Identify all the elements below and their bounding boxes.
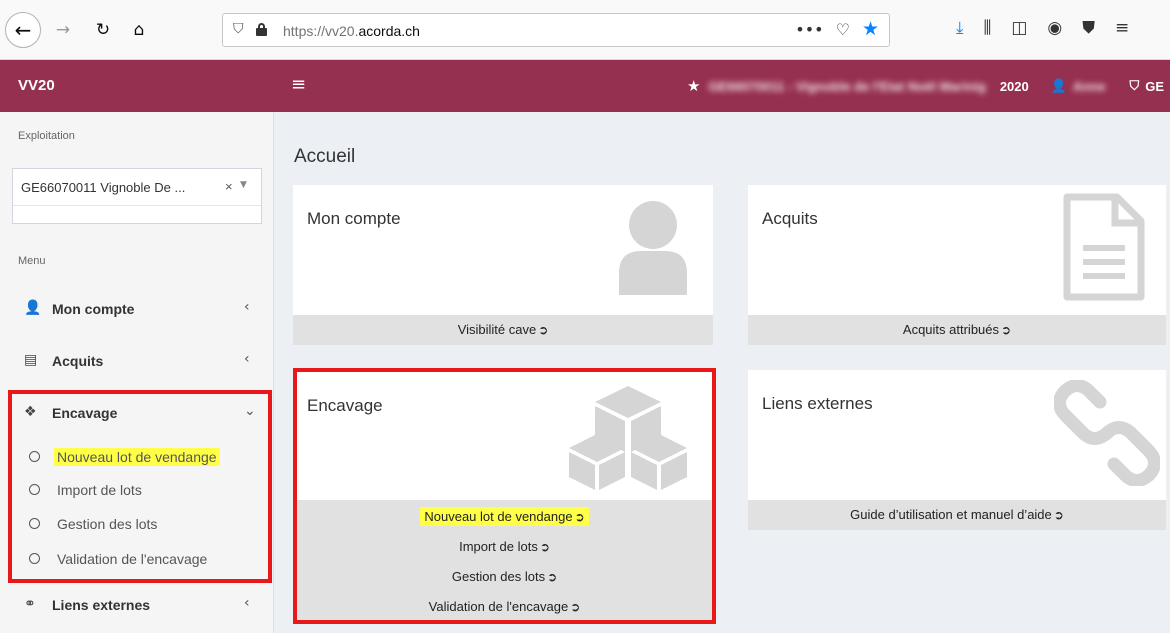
card-title: Encavage bbox=[307, 396, 383, 415]
card-footer: Nouveau lot de vendange ➲ Import de lots ➲… bbox=[297, 500, 712, 620]
link-icon: ⚭ bbox=[24, 596, 36, 612]
bookmark-star-icon[interactable]: ★ bbox=[862, 18, 879, 40]
card-footer: Guide d’utilisation et manuel d’aide ➲ bbox=[748, 500, 1166, 530]
lock-icon[interactable] bbox=[256, 23, 267, 36]
select-divider bbox=[13, 205, 261, 206]
sidebar-item-label: Encavage bbox=[52, 405, 118, 421]
sidebar-subitem-label: Import de lots bbox=[57, 482, 142, 498]
account-icon[interactable]: ◉ bbox=[1047, 18, 1062, 38]
tracking-shield-icon[interactable]: ⛉ bbox=[233, 21, 244, 37]
chevron-left-icon: ‹ bbox=[244, 299, 250, 315]
card-liens-externes: Liens externes Guide d’utilisation et ma… bbox=[748, 370, 1166, 530]
link-gestion-des-lots[interactable]: Gestion des lots ➲ bbox=[297, 562, 712, 592]
sidebar-icon[interactable]: ◫ bbox=[1011, 18, 1027, 38]
star-icon: ★ bbox=[686, 77, 701, 95]
year-selector[interactable]: 2020 bbox=[1000, 79, 1029, 94]
sidebar-subitem-label: Validation de l'encavage bbox=[57, 551, 208, 567]
address-bar[interactable]: ⛉ https://vv20.acorda.ch ••• ♡ ★ bbox=[222, 13, 890, 47]
link-validation-encavage[interactable]: Validation de l'encavage ➲ bbox=[297, 592, 712, 622]
user-icon: 👤 bbox=[1050, 78, 1067, 94]
pocket-icon[interactable]: ♡ bbox=[836, 20, 850, 40]
sidebar-item-liens-externes[interactable]: ⚭ Liens externes ‹ bbox=[0, 586, 274, 624]
chevron-down-icon: ⌄ bbox=[244, 403, 256, 419]
sidebar-item-encavage[interactable]: ❖ Encavage ⌄ bbox=[0, 394, 274, 432]
region-label[interactable]: GE bbox=[1145, 79, 1164, 94]
link-guide-utilisation[interactable]: Guide d’utilisation et manuel d’aide ➲ bbox=[748, 500, 1166, 530]
chevron-left-icon: ‹ bbox=[244, 351, 250, 367]
user-name-redacted[interactable]: Anne bbox=[1073, 79, 1106, 94]
circle-icon bbox=[29, 518, 40, 529]
exploitation-select[interactable]: GE66070011 Vignoble De ... × ▼ bbox=[12, 168, 262, 224]
reload-button[interactable]: ↻ bbox=[88, 15, 118, 45]
card-footer: Acquits attribués ➲ bbox=[748, 315, 1166, 345]
sidebar-subitem-nouveau-lot[interactable]: Nouveau lot de vendange bbox=[0, 443, 274, 473]
download-icon[interactable]: ⤓ bbox=[956, 18, 964, 38]
card-acquits: Acquits Acquits attribués ➲ bbox=[748, 185, 1166, 345]
app-logo[interactable]: VV20 bbox=[0, 60, 274, 112]
url-text[interactable]: https://vv20.acorda.ch bbox=[283, 23, 420, 39]
sidebar-subitem-label: Nouveau lot de vendange bbox=[54, 448, 220, 466]
user-icon: 👤 bbox=[24, 300, 42, 316]
circle-icon bbox=[29, 484, 40, 495]
url-prefix: https://vv20. bbox=[283, 23, 359, 39]
card-title: Acquits bbox=[762, 209, 818, 228]
chevron-left-icon: ‹ bbox=[244, 595, 250, 611]
circle-icon bbox=[29, 553, 40, 564]
link-nouveau-lot-de-vendange[interactable]: Nouveau lot de vendange ➲ bbox=[297, 502, 712, 532]
cubes-icon bbox=[569, 386, 687, 490]
card-title: Mon compte bbox=[307, 209, 401, 228]
card-mon-compte: Mon compte Visibilité cave ➲ bbox=[293, 185, 713, 345]
circle-icon bbox=[29, 451, 40, 462]
document-icon bbox=[1063, 193, 1145, 301]
organization-name-redacted[interactable]: GE66070011 - Vignoble de l'Etat Noël Mar… bbox=[708, 79, 985, 94]
link-visibilite-cave[interactable]: Visibilité cave ➲ bbox=[293, 315, 713, 345]
sidebar-subitem-validation[interactable]: Validation de l'encavage bbox=[0, 545, 274, 575]
cubes-icon: ❖ bbox=[24, 404, 37, 420]
link-icon bbox=[1054, 380, 1160, 486]
home-button[interactable]: ⌂ bbox=[124, 15, 154, 45]
back-button[interactable]: ← bbox=[5, 12, 41, 48]
forward-button[interactable]: → bbox=[48, 15, 78, 45]
link-import-de-lots[interactable]: Import de lots ➲ bbox=[297, 532, 712, 562]
exploitation-label: Exploitation bbox=[18, 130, 75, 142]
sidebar-item-acquits[interactable]: ▤ Acquits ‹ bbox=[0, 342, 274, 380]
hamburger-icon[interactable]: ≡ bbox=[291, 74, 306, 95]
url-host: acorda.ch bbox=[358, 23, 420, 39]
shield-icon: ⛉ bbox=[1129, 78, 1140, 94]
browser-toolbar: ← → ↻ ⌂ ⛉ https://vv20.acorda.ch ••• ♡ ★… bbox=[0, 0, 1170, 60]
menu-label: Menu bbox=[18, 255, 46, 267]
caret-down-icon[interactable]: ▼ bbox=[240, 180, 247, 190]
sidebar: Exploitation GE66070011 Vignoble De ... … bbox=[0, 112, 274, 633]
exploitation-select-value: GE66070011 Vignoble De ... bbox=[21, 180, 186, 195]
app-header: VV20 ≡ ★ GE66070011 - Vignoble de l'Etat… bbox=[0, 60, 1170, 112]
page-actions-icon[interactable]: ••• bbox=[795, 20, 823, 40]
card-encavage: Encavage Nouveau lot de vendange ➲ Import… bbox=[297, 372, 712, 620]
library-icon[interactable]: ⫼ bbox=[984, 18, 992, 38]
clear-selection-icon[interactable]: × bbox=[225, 179, 233, 194]
extension-icon[interactable]: ⛊ bbox=[1082, 18, 1095, 38]
document-icon: ▤ bbox=[24, 352, 38, 368]
page-title: Accueil bbox=[294, 146, 356, 167]
sidebar-subitem-label: Gestion des lots bbox=[57, 516, 158, 532]
sidebar-item-label: Liens externes bbox=[52, 597, 151, 613]
sidebar-item-mon-compte[interactable]: 👤 Mon compte ‹ bbox=[0, 290, 274, 328]
sidebar-subitem-import-lots[interactable]: Import de lots bbox=[0, 476, 274, 506]
user-icon bbox=[619, 201, 687, 295]
card-title: Liens externes bbox=[762, 394, 873, 413]
sidebar-item-label: Acquits bbox=[52, 353, 104, 369]
menu-icon[interactable]: ≡ bbox=[1115, 18, 1129, 38]
sidebar-item-label: Mon compte bbox=[52, 301, 135, 317]
card-footer: Visibilité cave ➲ bbox=[293, 315, 713, 345]
sidebar-subitem-gestion-lots[interactable]: Gestion des lots bbox=[0, 510, 274, 540]
link-acquits-attribues[interactable]: Acquits attribués ➲ bbox=[748, 315, 1166, 345]
